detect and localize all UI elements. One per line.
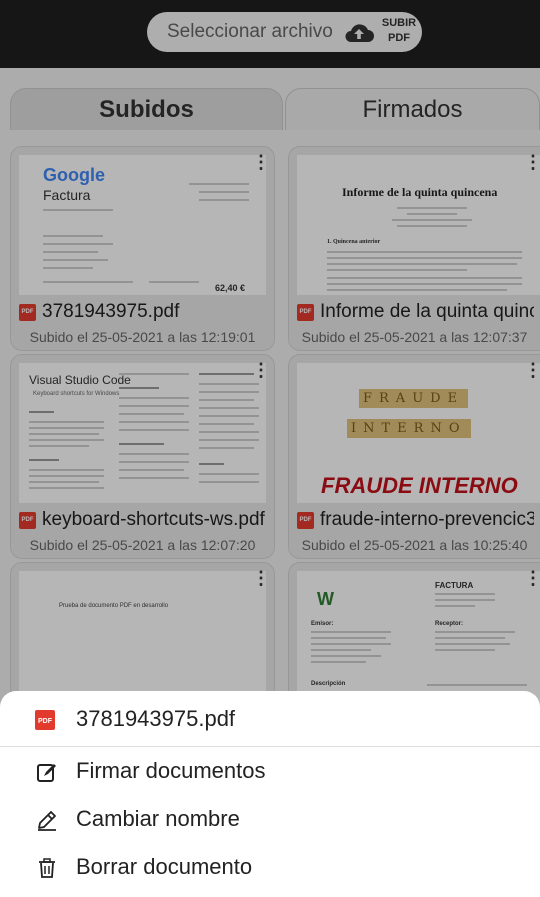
menu-item-label: Firmar documentos: [76, 758, 266, 783]
pencil-icon: [38, 811, 56, 831]
bottom-sheet-header: PDF 3781943975.pdf: [0, 691, 540, 747]
menu-item-cambiar-nombre[interactable]: Cambiar nombre: [0, 795, 540, 843]
pdf-file-icon: PDF: [35, 710, 55, 730]
menu-item-firmar-documentos[interactable]: Firmar documentos: [0, 747, 540, 795]
svg-text:PDF: PDF: [38, 718, 53, 725]
menu-item-label: Borrar documento: [76, 854, 253, 879]
menu-item-borrar-documento[interactable]: Borrar documento: [0, 843, 540, 891]
sign-icon: [37, 764, 56, 782]
bottom-sheet: PDF 3781943975.pdf Firmar documentos Cam…: [0, 691, 540, 897]
menu-item-label: Cambiar nombre: [76, 806, 240, 831]
bottom-sheet-file-name: 3781943975.pdf: [76, 706, 236, 731]
trash-icon: [39, 858, 55, 878]
